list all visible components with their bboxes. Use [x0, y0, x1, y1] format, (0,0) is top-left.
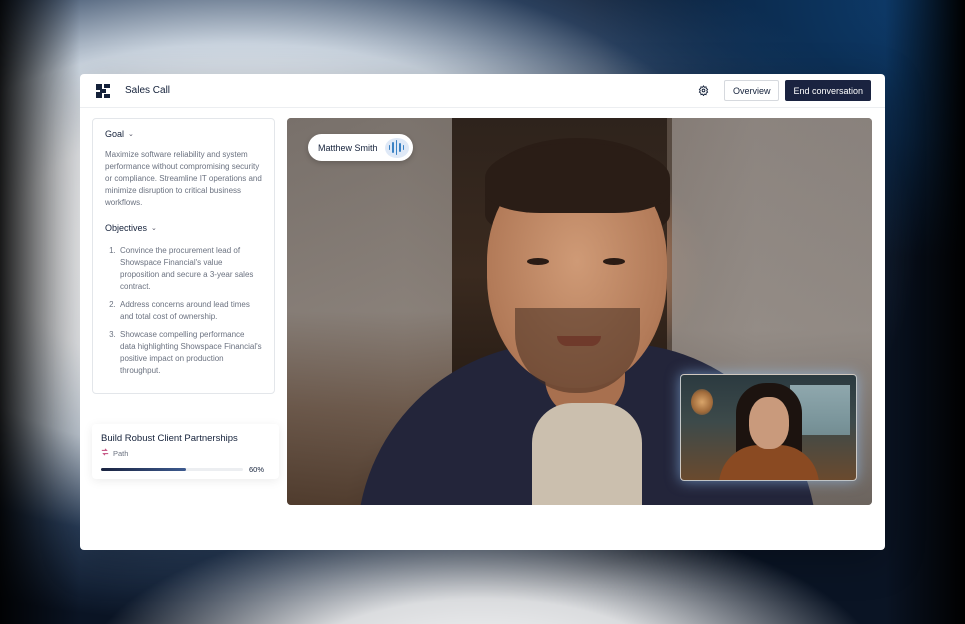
list-item: Address concerns around lead times and t…	[118, 299, 262, 323]
path-subtitle: Path	[101, 448, 270, 458]
goal-objectives-panel: Goal ⌄ Maximize software reliability and…	[92, 118, 275, 394]
objectives-toggle[interactable]: Objectives ⌄	[105, 223, 262, 233]
objectives-heading: Objectives	[105, 223, 148, 233]
list-item: Showcase compelling performance data hig…	[118, 329, 262, 377]
gear-icon[interactable]	[698, 85, 710, 97]
progress-fill	[101, 468, 187, 471]
path-card[interactable]: Build Robust Client Partnerships Path 60…	[92, 424, 279, 479]
page-title: Sales Call	[125, 85, 171, 96]
chevron-down-icon: ⌄	[128, 131, 134, 138]
path-label: Path	[113, 448, 129, 458]
top-bar: Sales Call Overview End conversation	[80, 74, 885, 108]
list-item: Convince the procurement lead of Showspa…	[118, 245, 262, 293]
end-conversation-button[interactable]: End conversation	[785, 80, 871, 101]
goal-toggle[interactable]: Goal ⌄	[105, 129, 262, 139]
progress: 60%	[101, 465, 270, 474]
path-icon	[101, 448, 109, 458]
goal-heading: Goal	[105, 129, 125, 139]
speaker-badge: Matthew Smith	[308, 134, 413, 161]
video-feed: Matthew Smith	[287, 118, 872, 505]
app-window: Sales Call Overview End conversation Goa…	[80, 74, 885, 550]
speaker-name: Matthew Smith	[318, 142, 378, 153]
audio-wave-icon	[384, 137, 409, 158]
chevron-down-icon: ⌄	[151, 225, 157, 232]
objectives-list: Convince the procurement lead of Showspa…	[105, 245, 262, 377]
path-title: Build Robust Client Partnerships	[101, 433, 238, 444]
progress-label: 60%	[249, 465, 265, 474]
self-view-thumbnail[interactable]	[680, 374, 857, 481]
logo	[96, 83, 110, 98]
goal-text: Maximize software reliability and system…	[105, 150, 262, 207]
overview-button[interactable]: Overview	[723, 80, 780, 101]
progress-track	[101, 468, 243, 471]
